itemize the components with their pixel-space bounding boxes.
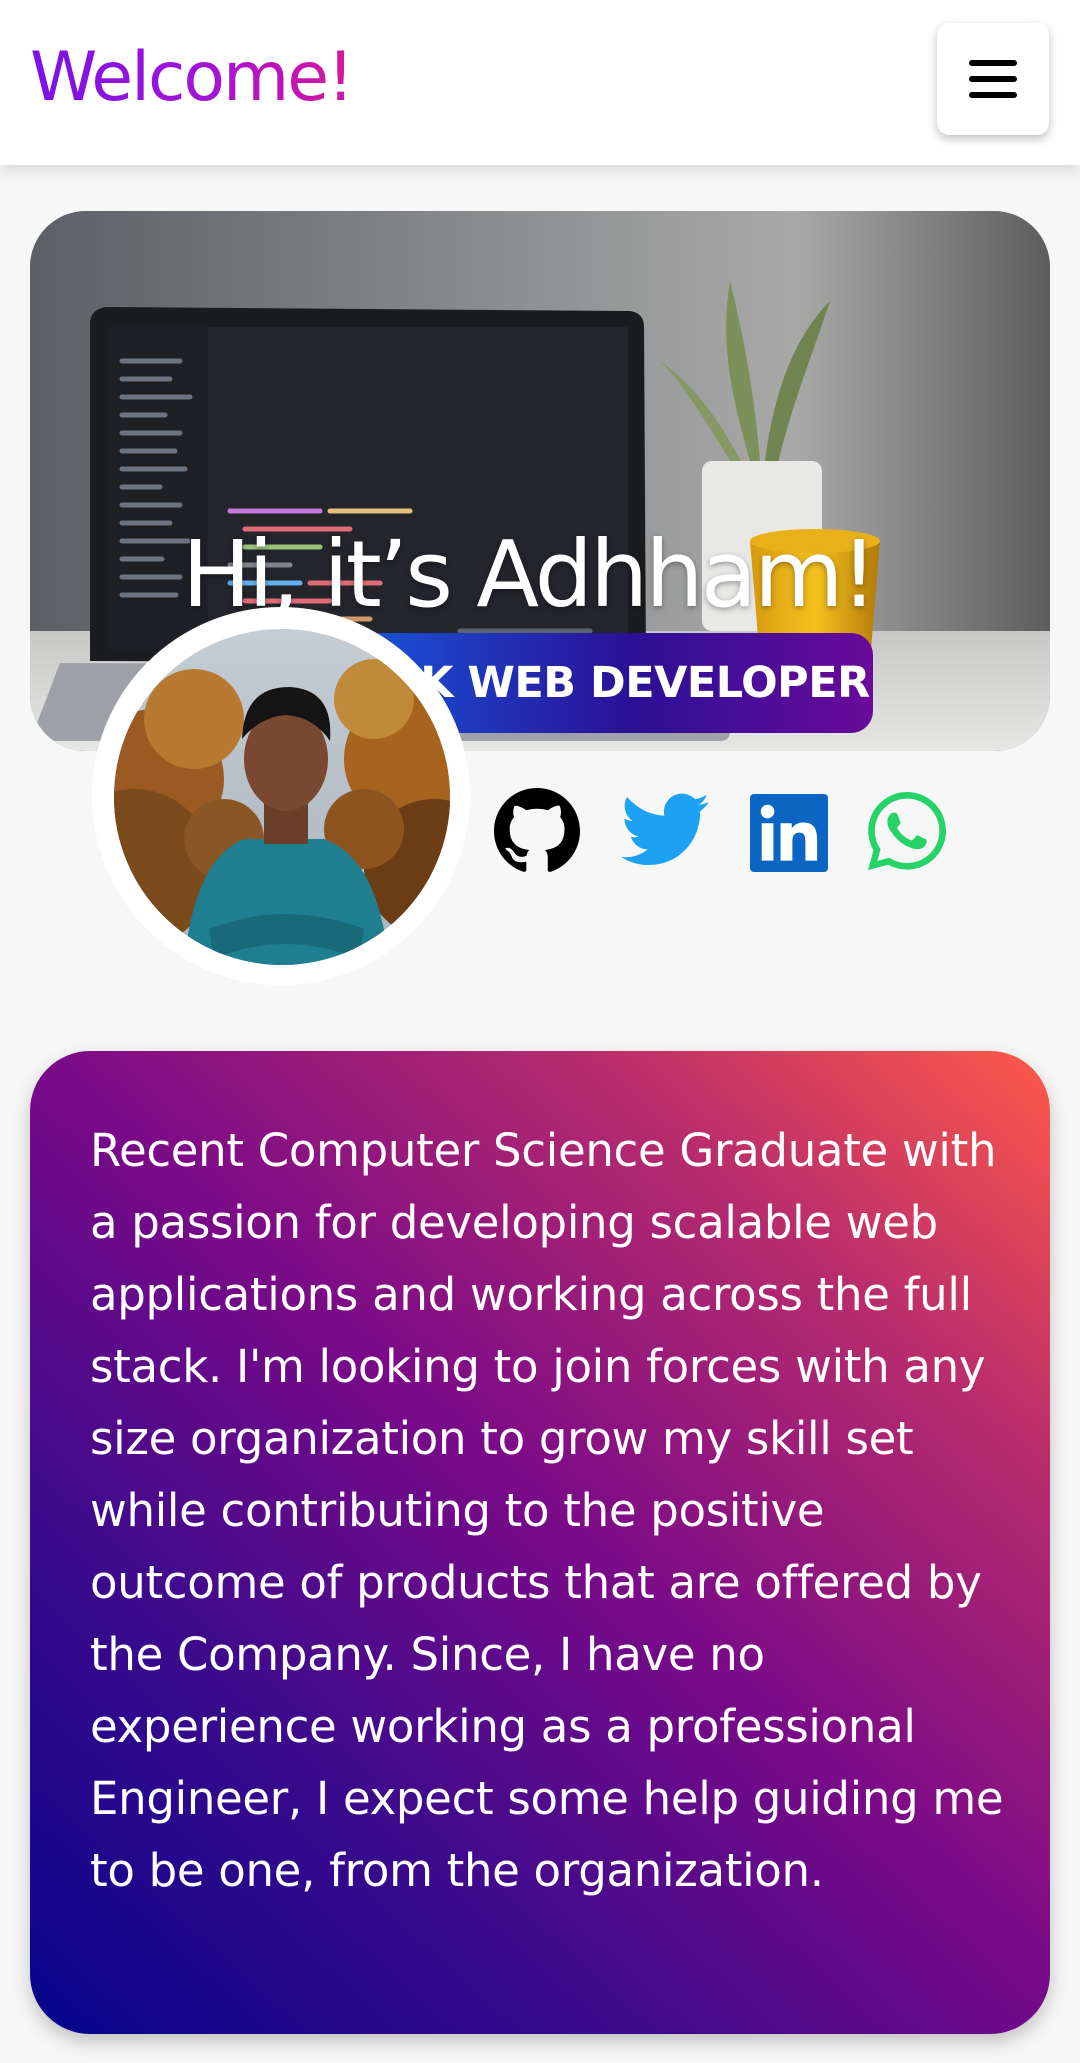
whatsapp-icon[interactable] (868, 791, 946, 871)
brand-title: Welcome! (30, 36, 354, 120)
linkedin-icon[interactable] (750, 794, 828, 872)
about-card: Recent Computer Science Graduate with a … (30, 1051, 1050, 2034)
profile-photo (114, 629, 450, 965)
about-text: Recent Computer Science Graduate with a … (90, 1124, 1004, 1897)
twitter-icon[interactable] (621, 790, 709, 870)
avatar (114, 629, 450, 965)
portfolio-page: Welcome! Hi, it’s Adhham! FULLSTACK WEB … (0, 0, 1080, 2063)
menu-button[interactable] (937, 23, 1049, 135)
top-header: Welcome! (0, 0, 1080, 165)
github-icon[interactable] (494, 788, 580, 874)
hamburger-menu-icon (969, 60, 1017, 98)
